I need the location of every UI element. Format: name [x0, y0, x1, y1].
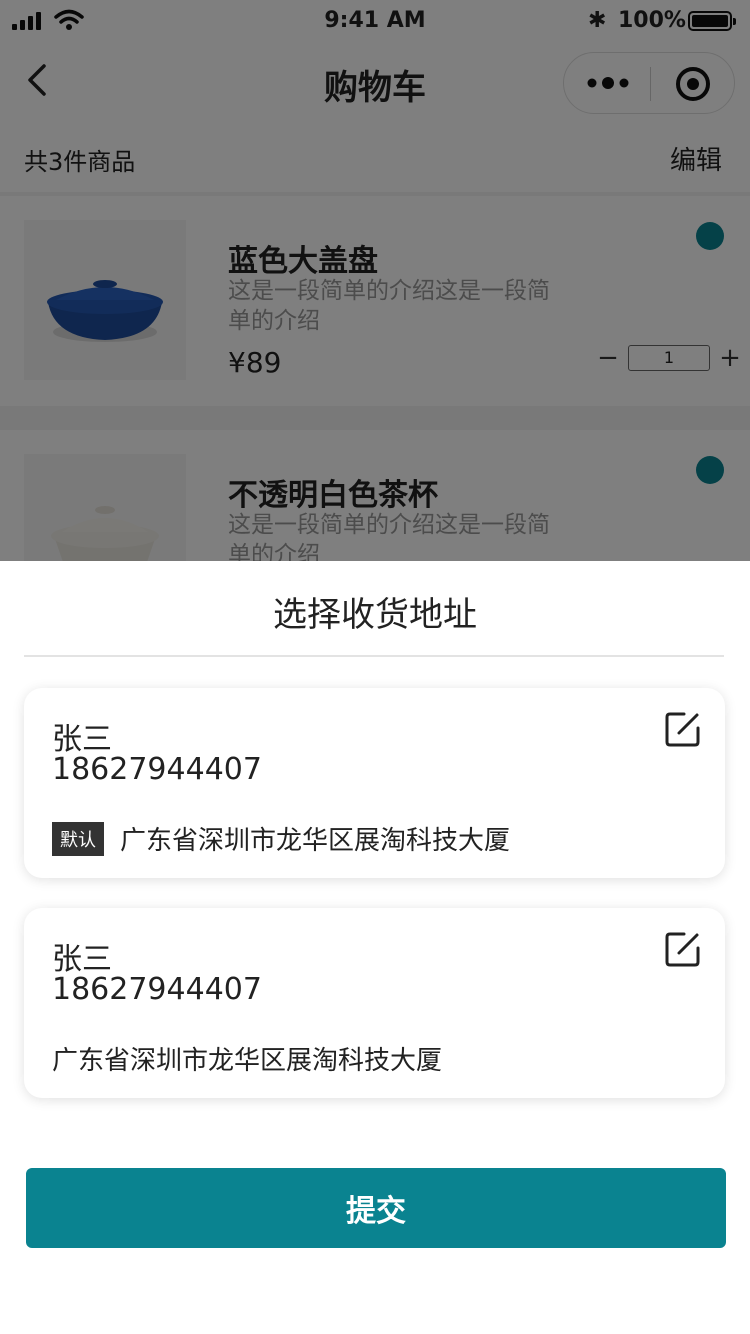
- address-text: 广东省深圳市龙华区展淘科技大厦: [120, 826, 511, 856]
- sheet-title: 选择收货地址: [273, 595, 477, 635]
- submit-button[interactable]: 提交: [26, 1168, 726, 1248]
- address-line: 默认 广东省深圳市龙华区展淘科技大厦: [52, 820, 510, 857]
- sheet-divider: [24, 655, 724, 657]
- edit-icon[interactable]: [664, 930, 702, 968]
- default-badge: 默认: [52, 821, 104, 856]
- address-text: 广东省深圳市龙华区展淘科技大厦: [52, 1046, 443, 1076]
- edit-icon[interactable]: [664, 710, 702, 748]
- address-card[interactable]: 张三 18627944407 默认 广东省深圳市龙华区展淘科技大厦: [24, 688, 725, 878]
- address-line: 广东省深圳市龙华区展淘科技大厦: [52, 1040, 442, 1077]
- address-picker-sheet: 选择收货地址 张三 18627944407 默认 广东省深圳市龙华区展淘科技大厦…: [0, 561, 750, 1334]
- address-card[interactable]: 张三 18627944407 广东省深圳市龙华区展淘科技大厦: [24, 908, 725, 1098]
- recipient-phone: 18627944407: [52, 752, 262, 787]
- recipient-phone: 18627944407: [52, 972, 262, 1007]
